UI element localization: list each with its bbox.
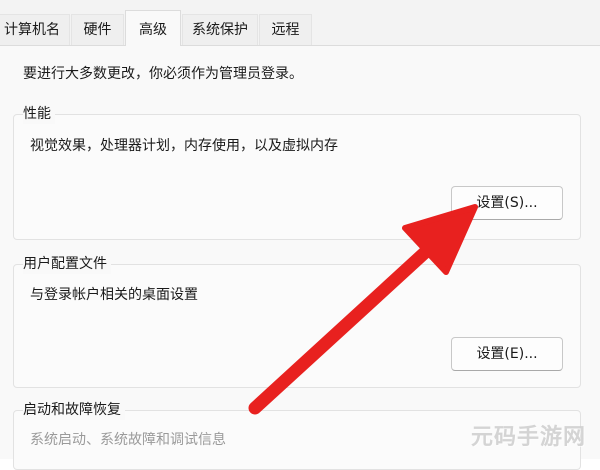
tab-remote[interactable]: 远程 bbox=[259, 14, 312, 45]
tab-system-protection[interactable]: 系统保护 bbox=[182, 14, 258, 45]
performance-title: 性能 bbox=[23, 104, 55, 124]
user-profiles-settings-button[interactable]: 设置(E)... bbox=[451, 337, 563, 371]
tab-bar: 计算机名 硬件 系统保护 远程 bbox=[0, 0, 600, 46]
user-profiles-description: 与登录帐户相关的桌面设置 bbox=[30, 287, 198, 303]
tab-advanced[interactable]: 高级 bbox=[125, 10, 181, 46]
user-profiles-title: 用户配置文件 bbox=[23, 254, 111, 274]
admin-notice: 要进行大多数更改，你必须作为管理员登录。 bbox=[23, 66, 303, 82]
tab-computer-name[interactable]: 计算机名 bbox=[0, 14, 70, 45]
performance-settings-button[interactable]: 设置(S)... bbox=[451, 186, 563, 220]
performance-description: 视觉效果，处理器计划，内存使用，以及虚拟内存 bbox=[30, 138, 338, 154]
site-watermark: 元码手游网 bbox=[470, 425, 586, 450]
startup-recovery-title: 启动和故障恢复 bbox=[23, 400, 125, 420]
performance-group bbox=[13, 114, 581, 240]
advanced-panel bbox=[0, 45, 600, 459]
startup-recovery-description: 系统启动、系统故障和调试信息 bbox=[30, 432, 226, 448]
tab-hardware[interactable]: 硬件 bbox=[71, 14, 124, 45]
